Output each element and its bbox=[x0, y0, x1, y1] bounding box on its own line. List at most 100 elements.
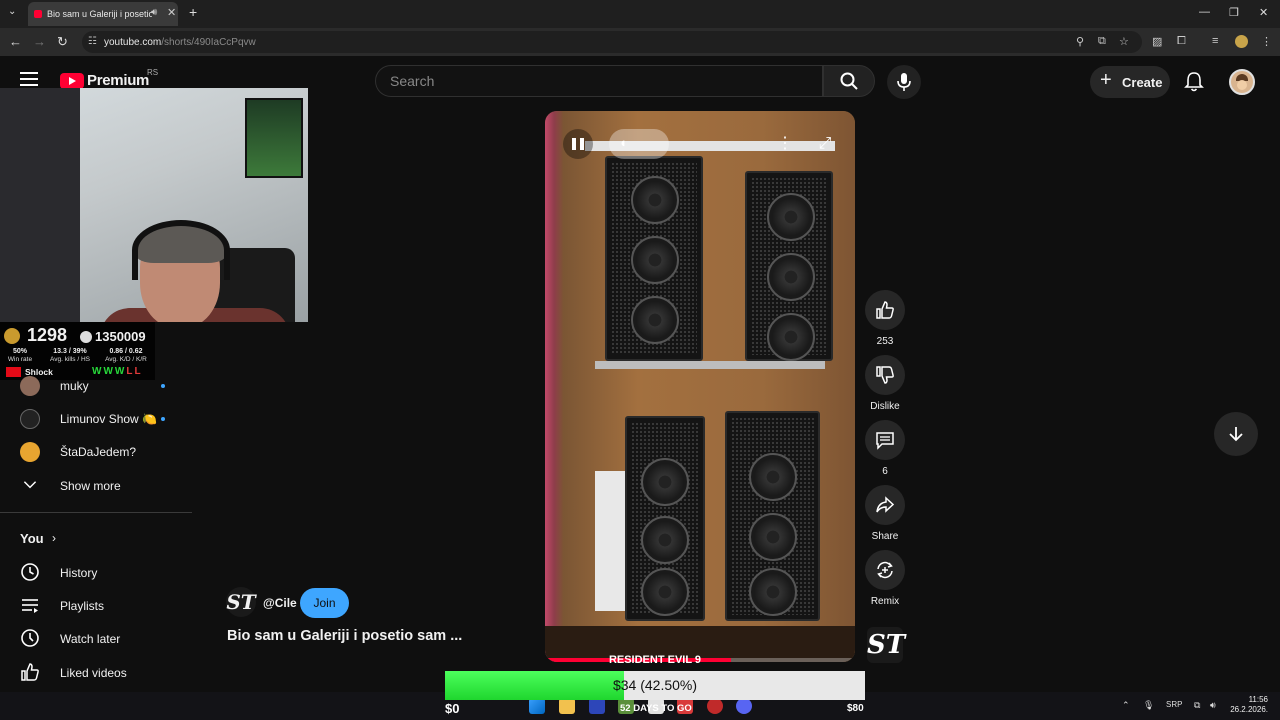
back-icon[interactable]: ← bbox=[9, 34, 22, 49]
you-heading[interactable]: You bbox=[20, 531, 44, 546]
volume-button[interactable]: ◖ bbox=[609, 129, 669, 159]
reading-list-icon[interactable]: ≡ bbox=[1212, 35, 1218, 47]
browser-tab[interactable]: Bio sam u Galeriji i posetio 🔊︎ ✕ bbox=[28, 2, 178, 26]
search-input[interactable] bbox=[390, 73, 810, 89]
sidebar-item-watch-later[interactable]: Watch later bbox=[0, 622, 192, 655]
extensions-puzzle-icon[interactable]: ⧠ bbox=[1177, 35, 1186, 48]
tab-search-icon[interactable]: ⌄ bbox=[8, 6, 16, 17]
microphone-icon bbox=[897, 73, 911, 91]
sidebar-channel-stadajedem[interactable]: ŠtaDaJedem? bbox=[0, 435, 192, 468]
like-button[interactable]: 253 bbox=[864, 290, 906, 347]
tray-mic-icon[interactable]: 🎙︎ bbox=[1143, 700, 1154, 711]
dislike-button[interactable]: Dislike bbox=[864, 355, 906, 412]
remix-icon bbox=[877, 561, 893, 579]
channel-thumbnail[interactable]: ST bbox=[867, 627, 905, 663]
notifications-button[interactable] bbox=[1180, 68, 1208, 96]
sidebar-item-liked-videos[interactable]: Liked videos bbox=[0, 656, 192, 689]
next-short-button[interactable] bbox=[1214, 412, 1258, 456]
logo-text[interactable]: Premium bbox=[87, 72, 149, 89]
minimize-icon[interactable]: — bbox=[1199, 6, 1210, 18]
sidebar-item-label: Liked videos bbox=[60, 666, 127, 680]
file-explorer-icon[interactable] bbox=[559, 698, 575, 714]
sidebar-channel-limunov-show[interactable]: Limunov Show 🍋 bbox=[0, 402, 192, 435]
browser-menu-icon[interactable]: ⋮ bbox=[1261, 35, 1272, 48]
reload-icon[interactable]: ↻ bbox=[57, 34, 68, 50]
channel-avatar[interactable]: ST bbox=[226, 587, 256, 617]
tray-network-icon[interactable]: ⧉ bbox=[1194, 700, 1200, 711]
youtube-logo-icon[interactable] bbox=[60, 73, 84, 89]
plus-icon: + bbox=[1100, 69, 1112, 91]
chevron-right-icon[interactable]: › bbox=[52, 531, 56, 545]
fullscreen-button[interactable]: ⤢ bbox=[810, 129, 840, 159]
browser-tab-strip: ⌄ Bio sam u Galeriji i posetio 🔊︎ ✕ + — … bbox=[0, 0, 1280, 28]
install-app-icon[interactable]: ⧉ bbox=[1098, 35, 1106, 48]
extension-icon[interactable]: ▨ bbox=[1152, 35, 1162, 48]
stat-label: Avg. kills / HS bbox=[50, 356, 90, 363]
goal-title: RESIDENT EVIL 9 bbox=[608, 654, 702, 666]
search-button[interactable] bbox=[823, 65, 875, 97]
create-button[interactable]: + Create bbox=[1090, 66, 1170, 98]
forward-icon[interactable]: → bbox=[33, 34, 46, 49]
channel-name: Limunov Show 🍋 bbox=[60, 412, 157, 426]
points-icon bbox=[80, 331, 92, 343]
share-button[interactable]: Share bbox=[864, 485, 906, 542]
voice-search-button[interactable] bbox=[887, 65, 921, 99]
discord-icon[interactable] bbox=[736, 698, 752, 714]
comments-button[interactable]: 6 bbox=[864, 420, 906, 477]
live-dot bbox=[161, 417, 165, 421]
new-tab-icon[interactable]: + bbox=[189, 4, 197, 20]
system-clock[interactable]: 11:56 26.2.2026. bbox=[1226, 695, 1268, 715]
show-more-button[interactable]: Show more bbox=[0, 469, 192, 502]
sidebar-item-history[interactable]: History bbox=[0, 556, 192, 589]
url-path: /shorts/490IaCcPqvw bbox=[161, 37, 256, 48]
tab-title: Bio sam u Galeriji i posetio bbox=[47, 9, 152, 19]
search-box[interactable] bbox=[375, 65, 823, 97]
sidebar-channel-muky[interactable]: muky bbox=[0, 369, 192, 402]
clock-date: 26.2.2026. bbox=[1230, 705, 1268, 714]
close-window-icon[interactable]: ✕ bbox=[1259, 6, 1268, 19]
elo-value: 1298 bbox=[27, 325, 68, 345]
video-title[interactable]: Bio sam u Galeriji i posetio sam ... bbox=[227, 628, 462, 644]
app-icon[interactable] bbox=[707, 698, 723, 714]
app-v-icon[interactable] bbox=[589, 698, 605, 714]
sidebar-item-playlists[interactable]: Playlists bbox=[0, 589, 192, 622]
video-frame-shelf bbox=[595, 361, 825, 369]
zoom-icon[interactable]: ⚲ bbox=[1076, 35, 1084, 48]
shorts-video-player[interactable]: ◖ ⋮ ⤢ bbox=[545, 111, 855, 662]
language-indicator[interactable]: SRP bbox=[1166, 700, 1182, 709]
address-bar[interactable]: ☷ youtube.com/shorts/490IaCcPqvw bbox=[82, 31, 1142, 53]
search-icon bbox=[840, 72, 858, 90]
bell-icon bbox=[1184, 72, 1204, 92]
join-button[interactable]: Join bbox=[300, 588, 349, 618]
site-info-icon[interactable]: ☷ bbox=[88, 36, 97, 47]
playlists-icon bbox=[22, 599, 38, 613]
pause-button[interactable] bbox=[563, 129, 593, 159]
video-frame-pc-case bbox=[745, 171, 833, 361]
stat-label: Win rate bbox=[7, 356, 33, 363]
remix-button[interactable]: Remix bbox=[864, 550, 906, 607]
profile-avatar-icon[interactable] bbox=[1235, 35, 1248, 48]
video-frame-pc-case bbox=[605, 156, 703, 361]
tab-close-icon[interactable]: ✕ bbox=[167, 6, 176, 19]
channel-name: ŠtaDaJedem? bbox=[60, 445, 137, 459]
windows-start-icon[interactable] bbox=[529, 698, 545, 714]
share-icon bbox=[876, 496, 895, 513]
user-avatar[interactable] bbox=[1229, 69, 1255, 95]
video-frame-box bbox=[595, 471, 627, 611]
dislike-label: Dislike bbox=[870, 401, 900, 412]
audio-playing-icon[interactable]: 🔊︎ bbox=[151, 7, 157, 18]
hamburger-menu-icon[interactable] bbox=[20, 72, 38, 86]
channel-handle[interactable]: @Cile bbox=[263, 596, 297, 610]
stat-label: Avg. K/D / K/R bbox=[105, 356, 147, 363]
stat-value: 0.86 / 0.62 bbox=[109, 348, 143, 355]
volume-icon: ◖ bbox=[619, 135, 627, 150]
bookmark-star-icon[interactable]: ☆ bbox=[1119, 35, 1129, 48]
expand-icon: ⤢ bbox=[818, 135, 832, 152]
browser-toolbar: ← → ↻ ☷ youtube.com/shorts/490IaCcPqvw ⚲… bbox=[0, 28, 1280, 56]
tray-chevron-up-icon[interactable]: ⌃ bbox=[1122, 700, 1130, 711]
more-options-button[interactable]: ⋮ bbox=[770, 129, 800, 159]
restore-icon[interactable]: ❐ bbox=[1229, 6, 1239, 19]
goal-max: $80 bbox=[847, 703, 864, 714]
tray-volume-icon[interactable]: 🔊︎ bbox=[1210, 700, 1216, 711]
goal-min: $0 bbox=[445, 701, 460, 716]
